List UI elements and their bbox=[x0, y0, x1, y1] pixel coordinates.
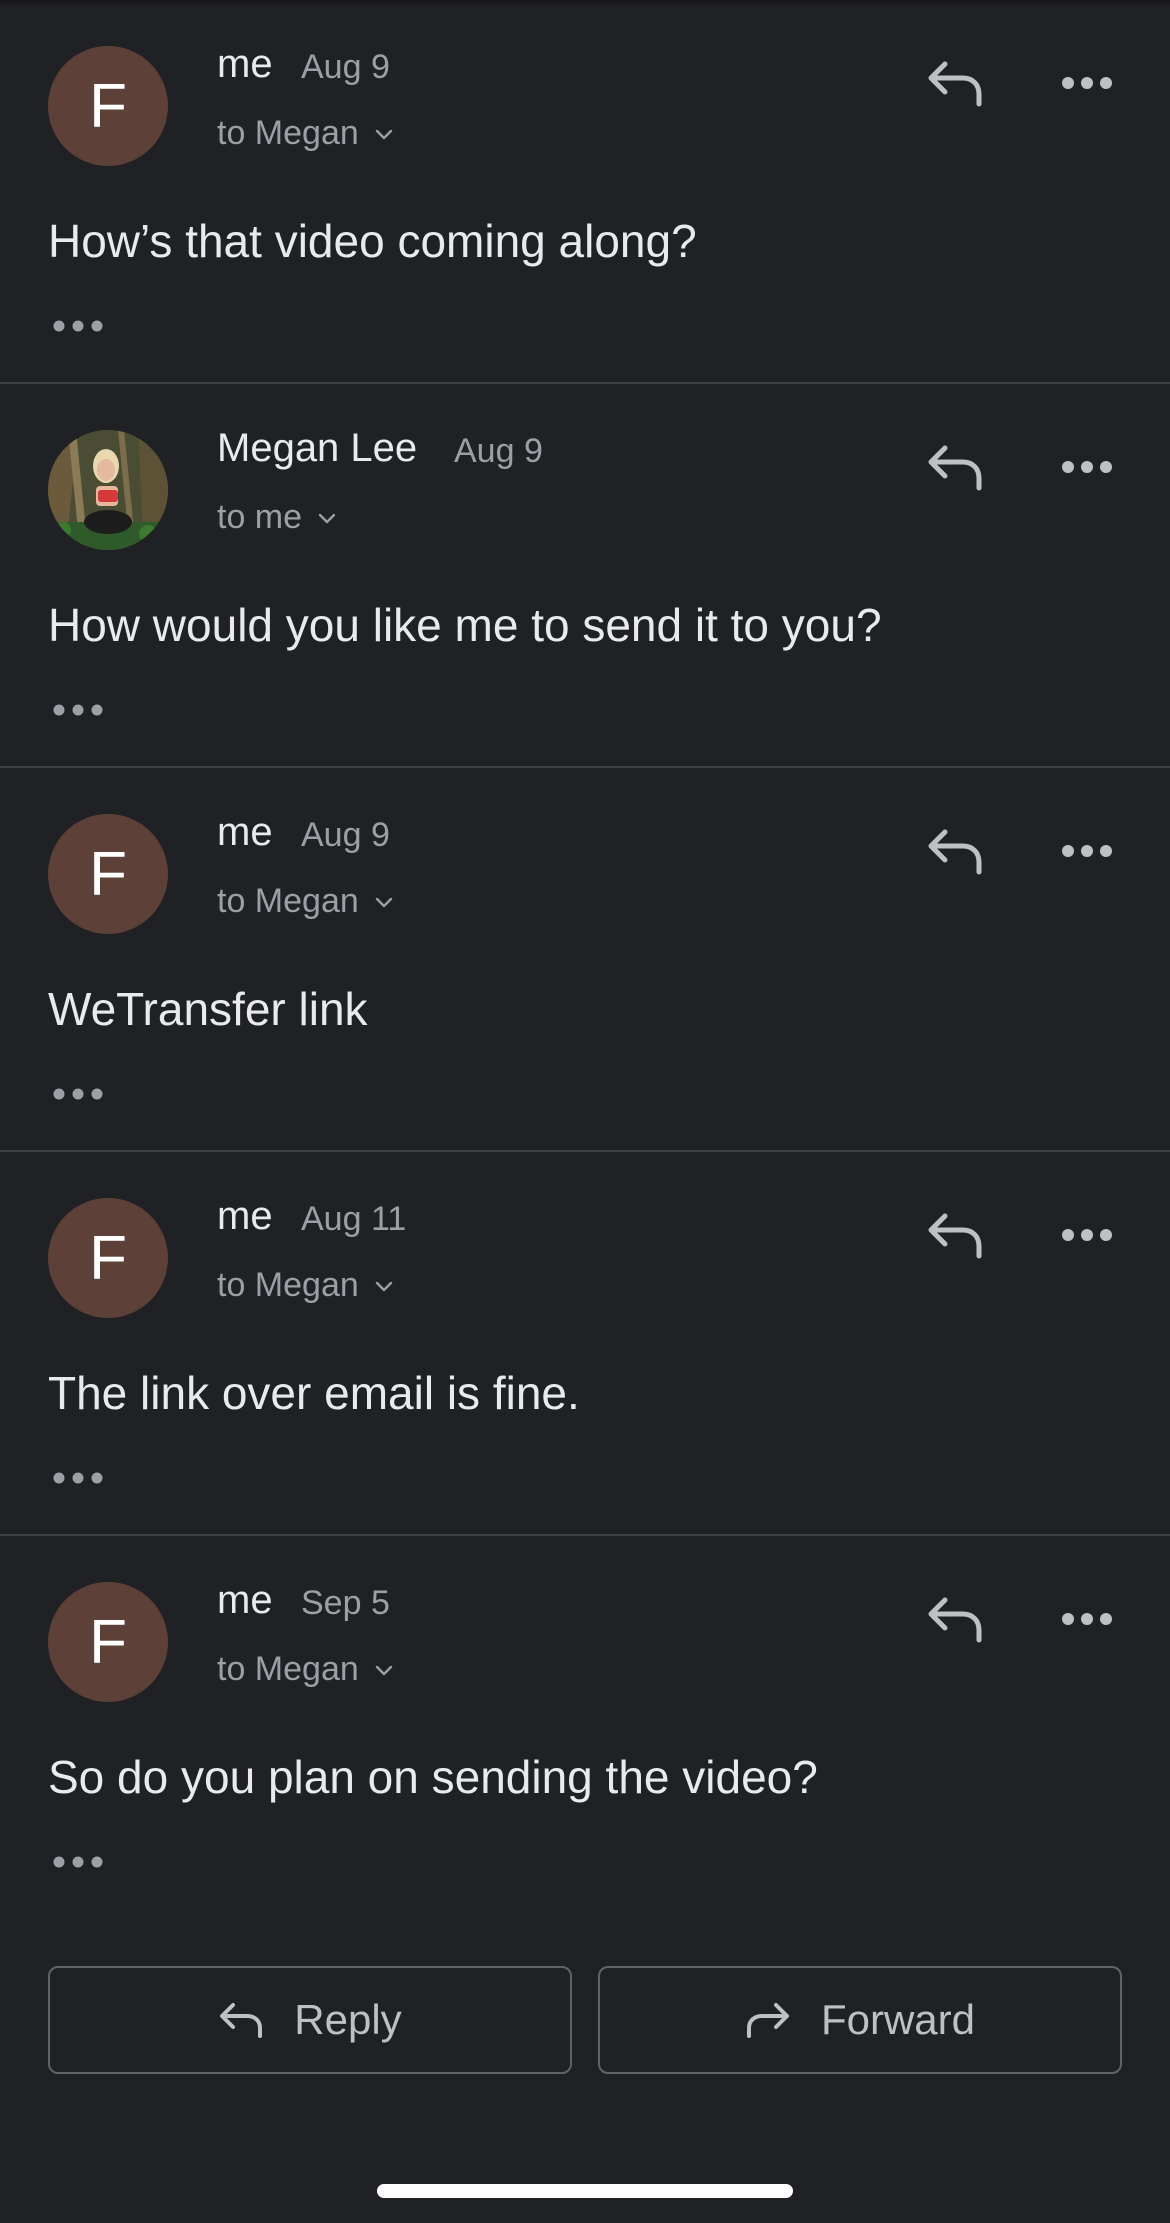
show-trimmed-content-icon bbox=[53, 1472, 103, 1484]
recipient-label: to Megan bbox=[217, 882, 359, 920]
show-trimmed-content-icon bbox=[53, 1856, 103, 1868]
show-trimmed-content-button[interactable] bbox=[52, 1852, 104, 1872]
profile-photo bbox=[48, 430, 168, 550]
show-trimmed-content-icon bbox=[53, 704, 103, 716]
message-body: WeTransfer link bbox=[48, 983, 368, 1035]
more-horizontal-icon bbox=[1062, 77, 1112, 89]
message-thread: F me Aug 9 to Megan How’s that video com… bbox=[0, 0, 1170, 1920]
sender-name: Megan Lee bbox=[217, 426, 418, 470]
message-item[interactable]: Megan Lee Aug 9 to me How would you like… bbox=[0, 384, 1170, 768]
more-horizontal-icon bbox=[1062, 1229, 1112, 1241]
home-indicator[interactable] bbox=[377, 2184, 793, 2198]
message-item[interactable]: F me Sep 5 to Megan So do you plan on se… bbox=[0, 1536, 1170, 1920]
recipient-toggle[interactable]: to Megan bbox=[217, 1266, 395, 1305]
chevron-down-icon bbox=[318, 513, 336, 523]
reply-label: Reply bbox=[294, 1996, 402, 2043]
show-trimmed-content-button[interactable] bbox=[52, 700, 104, 720]
avatar-letter: F bbox=[89, 71, 127, 141]
message-item[interactable]: F me Aug 9 to Megan How’s that video com… bbox=[0, 0, 1170, 384]
chevron-down-icon bbox=[375, 1665, 392, 1675]
more-options-button[interactable] bbox=[1052, 816, 1122, 886]
reply-icon bbox=[928, 61, 982, 107]
more-options-button[interactable] bbox=[1052, 48, 1122, 118]
recipient-label: to Megan bbox=[217, 114, 359, 152]
show-trimmed-content-button[interactable] bbox=[52, 316, 104, 336]
more-options-button[interactable] bbox=[1052, 1200, 1122, 1270]
more-horizontal-icon bbox=[1062, 461, 1112, 473]
reply-icon bbox=[928, 1597, 982, 1643]
recipient-toggle[interactable]: to Megan bbox=[217, 1650, 395, 1689]
avatar[interactable]: F bbox=[48, 46, 168, 166]
message-date: Sep 5 bbox=[301, 1584, 390, 1622]
message-date: Aug 9 bbox=[301, 48, 390, 86]
reply-button[interactable] bbox=[920, 816, 990, 886]
show-trimmed-content-icon bbox=[53, 1088, 103, 1100]
more-options-button[interactable] bbox=[1052, 432, 1122, 502]
sender-name: me bbox=[217, 1578, 273, 1622]
recipient-toggle[interactable]: to Megan bbox=[217, 882, 395, 921]
chevron-down-icon bbox=[375, 129, 392, 139]
sender-name: me bbox=[217, 42, 273, 86]
show-trimmed-content-button[interactable] bbox=[52, 1084, 104, 1104]
more-horizontal-icon bbox=[1062, 1613, 1112, 1625]
forward-label: Forward bbox=[820, 1996, 976, 2043]
message-body: How would you like me to send it to you? bbox=[48, 599, 882, 651]
message-item[interactable]: F me Aug 9 to Megan WeTransfer link bbox=[0, 768, 1170, 1152]
avatar[interactable]: F bbox=[48, 814, 168, 934]
thread-actions: Reply Forward bbox=[48, 1966, 1122, 2074]
more-horizontal-icon bbox=[1062, 845, 1112, 857]
message-body: So do you plan on sending the video? bbox=[48, 1751, 818, 1803]
reply-button[interactable] bbox=[920, 1584, 990, 1654]
reply-icon bbox=[928, 445, 982, 491]
avatar-letter: F bbox=[89, 839, 127, 909]
message-body: How’s that video coming along? bbox=[48, 215, 697, 267]
reply-button[interactable] bbox=[920, 48, 990, 118]
avatar-letter: F bbox=[89, 1607, 127, 1677]
avatar[interactable]: F bbox=[48, 1582, 168, 1702]
recipient-toggle[interactable]: to me bbox=[217, 498, 338, 537]
reply-icon bbox=[928, 829, 982, 875]
reply-button[interactable] bbox=[920, 1200, 990, 1270]
recipient-label: to Megan bbox=[217, 1650, 359, 1688]
message-item[interactable]: F me Aug 11 to Megan The link over email… bbox=[0, 1152, 1170, 1536]
message-body: The link over email is fine. bbox=[48, 1367, 580, 1419]
sender-name: me bbox=[217, 1194, 273, 1238]
more-options-button[interactable] bbox=[1052, 1584, 1122, 1654]
recipient-label: to Megan bbox=[217, 1266, 359, 1304]
avatar[interactable] bbox=[48, 430, 168, 550]
sender-name: me bbox=[217, 810, 273, 854]
recipient-toggle[interactable]: to Megan bbox=[217, 114, 395, 153]
message-date: Aug 9 bbox=[301, 816, 390, 854]
avatar-letter: F bbox=[89, 1223, 127, 1293]
message-date: Aug 9 bbox=[454, 432, 543, 470]
chevron-down-icon bbox=[375, 897, 392, 907]
forward-icon bbox=[746, 2003, 789, 2038]
reply-all-button[interactable]: Reply bbox=[48, 1966, 572, 2074]
chevron-down-icon bbox=[375, 1281, 392, 1291]
reply-icon bbox=[928, 1213, 982, 1259]
avatar[interactable]: F bbox=[48, 1198, 168, 1318]
reply-icon bbox=[220, 2003, 263, 2038]
message-date: Aug 11 bbox=[301, 1200, 407, 1238]
show-trimmed-content-button[interactable] bbox=[52, 1468, 104, 1488]
reply-button[interactable] bbox=[920, 432, 990, 502]
recipient-label: to me bbox=[217, 498, 303, 536]
forward-button[interactable]: Forward bbox=[598, 1966, 1122, 2074]
show-trimmed-content-icon bbox=[53, 320, 103, 332]
